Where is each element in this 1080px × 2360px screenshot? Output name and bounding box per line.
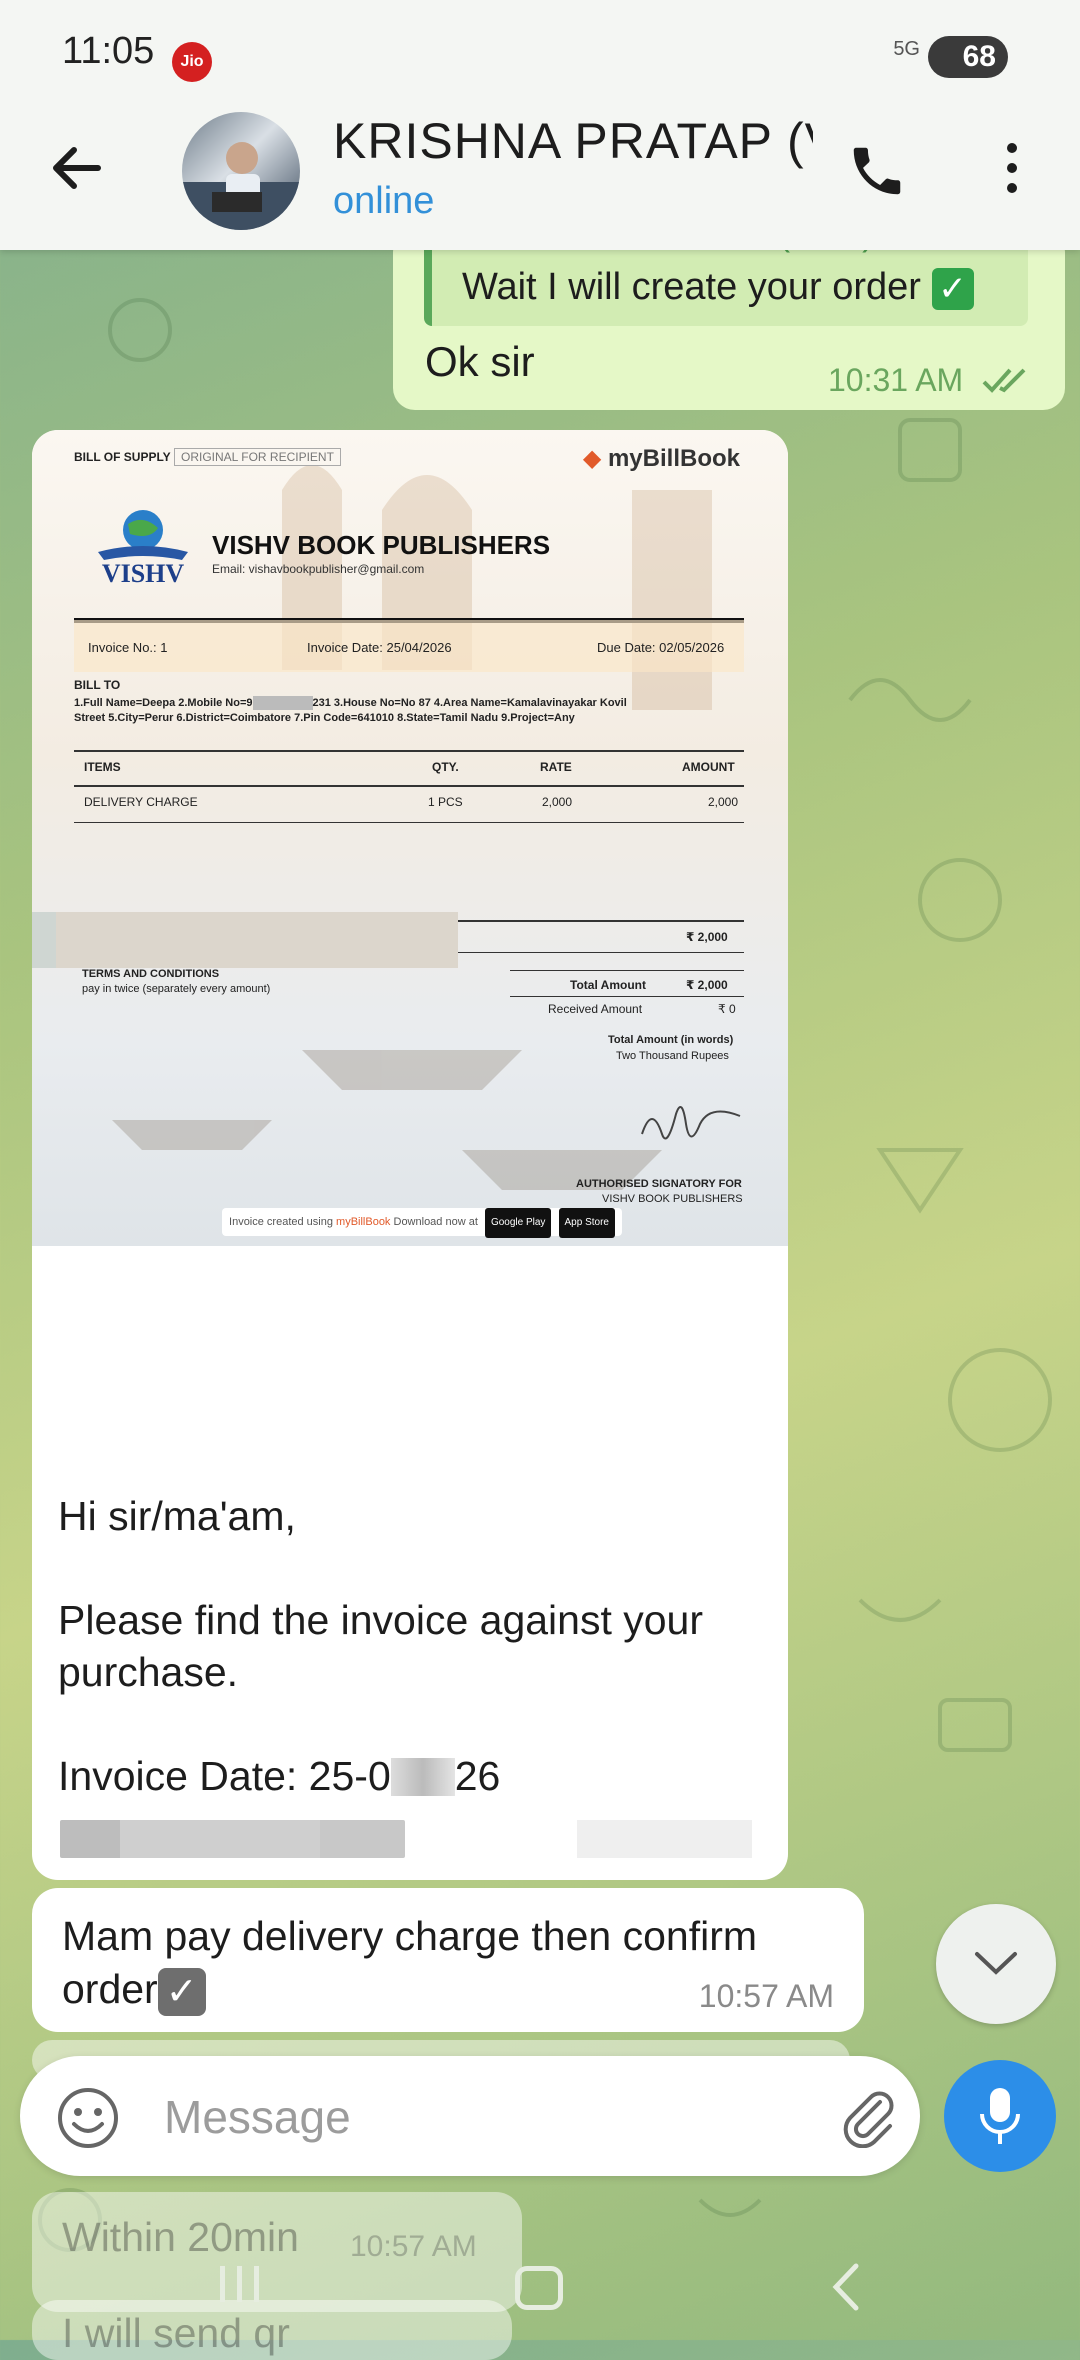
publisher-email: Email: vishavbookpublisher@gmail.com xyxy=(212,562,425,576)
col-qty: QTY. xyxy=(432,760,459,774)
subtotal-bottom-rule xyxy=(458,952,744,953)
more-options-icon[interactable] xyxy=(1000,140,1024,196)
row-item: DELIVERY CHARGE xyxy=(84,795,198,809)
app-store-badge: App Store xyxy=(558,1208,615,1238)
redacted-caption-line xyxy=(60,1820,405,1858)
invoice-image[interactable]: BILL OF SUPPLY ORIGINAL FOR RECIPIENT ◆ … xyxy=(32,430,788,1246)
words-label: Total Amount (in words) xyxy=(608,1034,734,1046)
check-mark-emoji-icon: ✓ xyxy=(931,267,974,310)
nav-back-icon[interactable] xyxy=(828,2262,862,2312)
publisher-logo: VISHV xyxy=(98,510,188,588)
chevron-down-icon xyxy=(975,1952,1017,1975)
read-receipt-icon xyxy=(982,368,1026,393)
terms-text: pay in twice (separately every amount) xyxy=(82,983,271,995)
received-rule xyxy=(510,996,744,997)
quoted-text: Wait I will create your order ✓ xyxy=(462,266,974,310)
col-items: ITEMS xyxy=(84,760,121,774)
message-input-container xyxy=(20,2056,920,2176)
network-type: 5G xyxy=(893,38,920,60)
col-amount: AMOUNT xyxy=(682,760,735,774)
bill-to-line-1: 1.Full Name=Deepa 2.Mobile No=9 231 3.Hou… xyxy=(74,696,627,710)
outgoing-text: Ok sir xyxy=(425,338,535,385)
incoming-message[interactable]: Mam pay delivery charge then confirm ord… xyxy=(32,1888,864,2032)
doc-copy-label: ORIGINAL FOR RECIPIENT xyxy=(174,448,341,466)
table-top-rule xyxy=(74,750,744,752)
doc-type: BILL OF SUPPLY xyxy=(74,450,171,464)
due-date: Due Date: 02/05/2026 xyxy=(597,640,725,655)
incoming-time: 10:57 AM xyxy=(698,1978,834,2014)
composer xyxy=(20,2056,1060,2176)
row-qty: 1 PCS xyxy=(428,795,463,809)
total-rule xyxy=(510,970,744,971)
words-value: Two Thousand Rupees xyxy=(616,1050,729,1062)
avatar-photo xyxy=(182,142,300,230)
invoice-number: Invoice No.: 1 xyxy=(88,640,168,655)
received-label: Received Amount xyxy=(548,1002,643,1016)
presence-status: online xyxy=(333,180,435,222)
signature xyxy=(641,1105,741,1140)
row-amount: 2,000 xyxy=(708,795,739,809)
phone-call-icon[interactable] xyxy=(846,140,908,202)
footer-created: Invoice created using xyxy=(229,1216,333,1228)
clock: 11:05 xyxy=(62,30,155,72)
logo-wordmark: VISHV xyxy=(102,559,185,588)
outgoing-time: 10:31 AM xyxy=(828,362,964,398)
emoji-icon[interactable] xyxy=(56,2086,120,2150)
row-rule xyxy=(74,822,744,823)
contact-name[interactable]: KRISHNA PRATAP (V xyxy=(333,112,813,170)
footer-brand: myBillBook xyxy=(336,1216,391,1228)
redacted-mobile xyxy=(252,696,313,710)
recent-apps-icon[interactable] xyxy=(218,2262,262,2306)
invoice-message[interactable]: BILL OF SUPPLY ORIGINAL FOR RECIPIENT ◆ … xyxy=(32,430,788,1880)
google-play-badge: Google Play xyxy=(484,1208,552,1238)
microphone-icon xyxy=(980,2088,1020,2144)
redacted-date-part xyxy=(390,1758,455,1796)
invoice-caption: Hi sir/ma'am, Please find the invoice ag… xyxy=(58,1493,704,1799)
invoice-date: Invoice Date: 25/04/2026 xyxy=(307,640,452,655)
voice-record-button[interactable] xyxy=(944,2060,1056,2172)
signatory-line-1: AUTHORISED SIGNATORY FOR xyxy=(576,1178,742,1190)
table-header-rule xyxy=(74,785,744,787)
footer-download: Download now at xyxy=(393,1216,478,1228)
redacted-caption-time xyxy=(577,1820,752,1858)
terms-title: TERMS AND CONDITIONS xyxy=(82,968,220,980)
bill-to-line-2: Street 5.City=Perur 6.District=Coimbator… xyxy=(74,712,575,724)
total-value: ₹ 2,000 xyxy=(686,978,728,992)
carrier-badge: Jio xyxy=(172,42,212,82)
total-label: Total Amount xyxy=(570,978,646,992)
redacted-block xyxy=(32,912,458,968)
mybillbook-logo: ◆ myBillBook xyxy=(582,445,740,472)
scroll-to-bottom-button[interactable] xyxy=(936,1904,1056,2024)
system-nav-bar xyxy=(0,2230,1080,2340)
battery-indicator: 68 xyxy=(928,36,1008,78)
publisher-name: VISHV BOOK PUBLISHERS xyxy=(212,530,551,560)
col-rate: RATE xyxy=(540,760,572,774)
back-arrow-icon[interactable] xyxy=(48,140,104,196)
bill-to-label: BILL TO xyxy=(74,678,121,692)
subtotal-value: ₹ 2,000 xyxy=(686,930,728,944)
message-input[interactable] xyxy=(162,2082,816,2152)
home-button[interactable] xyxy=(515,2266,563,2310)
contact-avatar[interactable] xyxy=(182,112,300,230)
invoice-footer: Invoice created using myBillBook Downloa… xyxy=(222,1208,622,1238)
chat-header: 11:05 Jio 5G 68 KRISHNA PRATAP (V online xyxy=(0,0,1080,250)
received-value: ₹ 0 xyxy=(718,1002,736,1016)
row-rate: 2,000 xyxy=(542,795,573,809)
signatory-line-2: VISHV BOOK PUBLISHERS xyxy=(602,1193,743,1205)
checkbox-emoji-icon: ✓ xyxy=(157,1968,206,2017)
attachment-icon[interactable] xyxy=(840,2088,900,2148)
